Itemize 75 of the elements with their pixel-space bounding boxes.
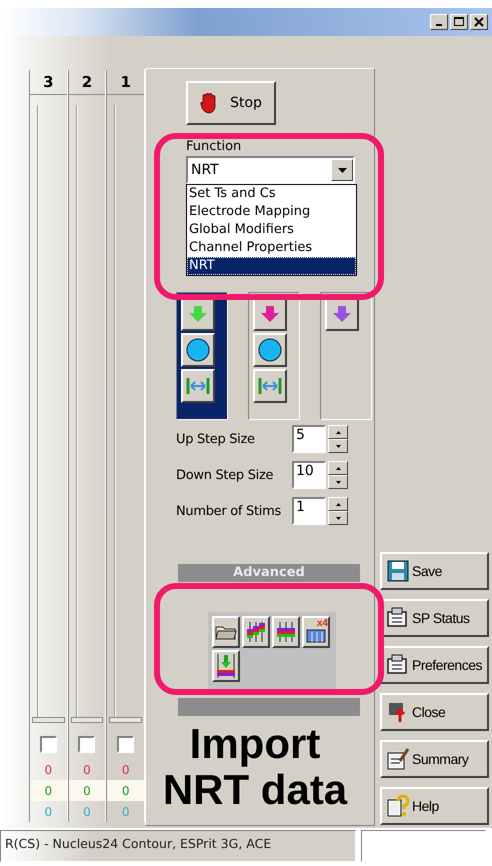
level-column[interactable]	[176, 292, 228, 420]
document-icon	[386, 606, 410, 630]
function-option[interactable]: Set Ts and Cs	[187, 185, 356, 203]
function-option[interactable]: Global Modifiers	[187, 221, 356, 239]
spread-button[interactable]	[253, 369, 287, 403]
circle-icon	[186, 338, 210, 362]
status-text: R(CS) - Nucleus24 Contour, ESPrit 3G, ACE	[0, 830, 356, 862]
channel-value: 0	[44, 784, 52, 798]
down-arrow-icon	[260, 305, 280, 323]
advanced-header: Advanced	[178, 564, 360, 582]
slider-thumb[interactable]	[70, 717, 104, 723]
stop-button[interactable]: Stop	[186, 81, 276, 125]
summary-button[interactable]: Summary	[380, 740, 489, 778]
spin-label: Up Step Size	[176, 432, 256, 446]
save-button[interactable]: Save	[380, 552, 489, 590]
minimize-button[interactable]	[430, 14, 448, 30]
function-option[interactable]: Electrode Mapping	[187, 203, 356, 221]
circle-icon	[258, 338, 282, 362]
circle-button[interactable]	[181, 333, 215, 367]
sliders-icon[interactable]	[242, 616, 270, 648]
channel-checkbox[interactable]	[117, 736, 134, 752]
grid-icon	[306, 629, 326, 643]
channel-value: 0	[83, 804, 91, 818]
channel-checkbox[interactable]	[78, 736, 96, 752]
function-label: Function	[186, 139, 242, 154]
spinner-arrows-icon[interactable]	[328, 425, 348, 453]
down-arrow-button[interactable]	[253, 297, 287, 331]
import-sliders-icon[interactable]	[212, 650, 240, 682]
channel-value: 0	[83, 762, 91, 776]
sliders-icon[interactable]	[272, 616, 300, 648]
close-button[interactable]: Close	[380, 693, 489, 731]
down-arrow-button[interactable]	[325, 297, 359, 331]
slider-thumb[interactable]	[109, 717, 142, 723]
spinner-arrows-icon[interactable]	[328, 461, 348, 489]
question-mark-icon	[386, 794, 410, 818]
document-icon	[386, 653, 410, 677]
help-button[interactable]: Help	[380, 787, 489, 825]
double-arrow-icon	[185, 376, 211, 396]
close-icon	[474, 17, 484, 27]
hand-icon	[200, 92, 218, 114]
caption-text: Import NRT data	[162, 721, 348, 813]
clipboard-pen-icon	[386, 747, 410, 771]
channel-value: 0	[122, 762, 130, 776]
down-arrow-icon	[188, 305, 208, 323]
channel-header: 3	[30, 70, 67, 95]
down-arrow-button[interactable]	[181, 297, 215, 331]
spinner-arrows-icon[interactable]	[328, 497, 348, 525]
circle-button[interactable]	[253, 333, 287, 367]
function-option[interactable]: Channel Properties	[187, 239, 356, 257]
folder-icon[interactable]	[212, 616, 240, 648]
channel-value: 0	[44, 804, 52, 818]
double-arrow-icon	[257, 376, 283, 396]
spin-label: Down Step Size	[176, 468, 274, 482]
spin-label: Number of Stims	[176, 504, 282, 518]
channel-value: 0	[122, 784, 130, 798]
down-arrow-icon	[332, 305, 352, 323]
close-button[interactable]	[470, 14, 488, 30]
maximize-icon	[454, 17, 464, 27]
channel-checkbox[interactable]	[40, 736, 57, 752]
channel-header: 2	[68, 70, 106, 95]
level-column[interactable]	[248, 292, 300, 420]
spin-field[interactable]: 10	[292, 461, 326, 489]
channel-value: 0	[122, 804, 130, 818]
function-option[interactable]: NRT	[187, 257, 356, 275]
spin-field[interactable]: 5	[292, 425, 326, 453]
channel-value: 0	[83, 784, 91, 798]
spread-button[interactable]	[181, 369, 215, 403]
channel-header: 1	[107, 70, 144, 95]
prefs-button[interactable]: Preferences	[380, 646, 489, 684]
function-dropdown[interactable]: NRT	[186, 156, 355, 184]
maximize-button[interactable]	[450, 14, 468, 30]
spin-field[interactable]: 1	[292, 497, 326, 525]
minimize-icon	[436, 24, 442, 26]
slider-thumb[interactable]	[32, 717, 65, 723]
channel-value: 0	[44, 762, 52, 776]
